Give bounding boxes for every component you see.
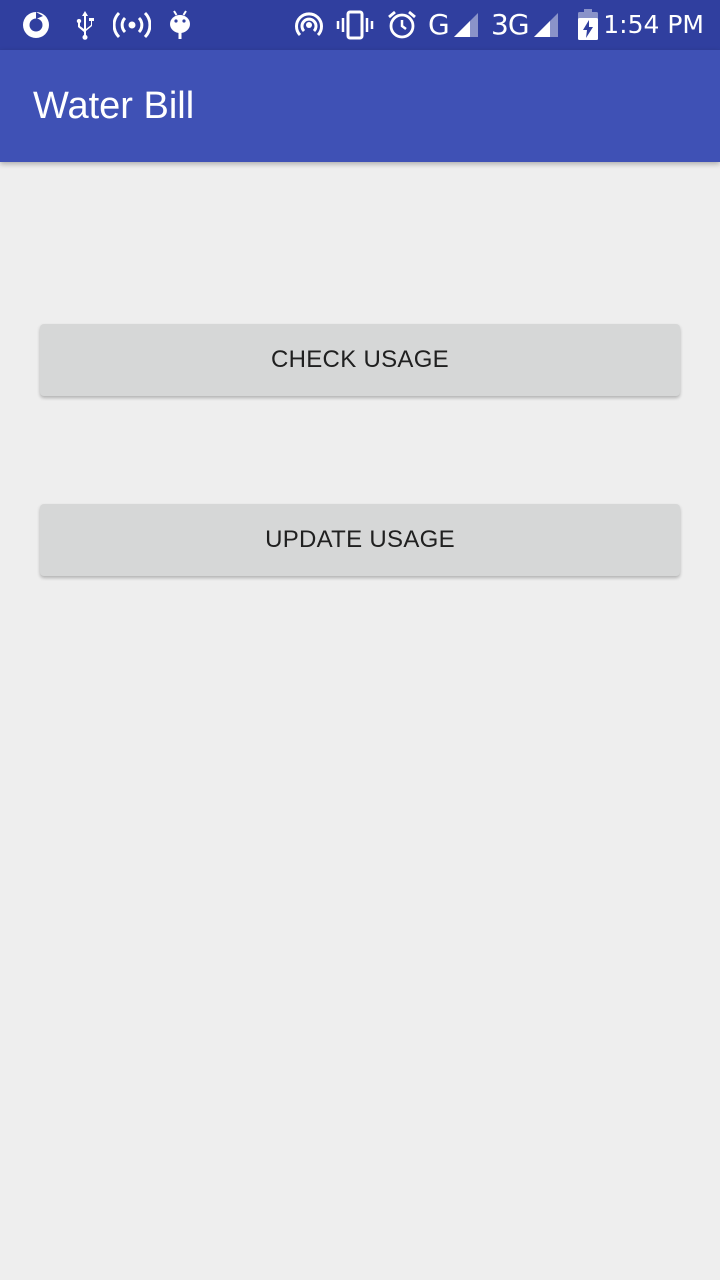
hotspot-icon	[113, 9, 151, 41]
update-usage-button[interactable]: UPDATE USAGE	[40, 504, 680, 576]
app-title: Water Bill	[33, 85, 195, 127]
app-bar: Water Bill	[0, 50, 720, 162]
alarm-icon	[386, 9, 418, 41]
battery-charging-icon	[576, 9, 600, 41]
g-signal-icon: G	[428, 9, 486, 41]
android-debug-icon	[166, 9, 194, 41]
3g-signal-icon: 3G	[491, 9, 563, 41]
screen: G 3G 1:54 PM Water Bill CHECK USAGE UPDA…	[0, 0, 720, 1280]
sync-icon	[20, 9, 52, 41]
network-type-g: G	[428, 8, 450, 41]
wifi-icon	[293, 9, 325, 41]
vibrate-icon	[336, 9, 374, 41]
network-type-3g: 3G	[491, 8, 530, 41]
usb-icon	[72, 9, 98, 41]
check-usage-button[interactable]: CHECK USAGE	[40, 324, 680, 396]
status-bar: G 3G 1:54 PM	[0, 0, 720, 50]
status-time: 1:54 PM	[603, 10, 704, 39]
